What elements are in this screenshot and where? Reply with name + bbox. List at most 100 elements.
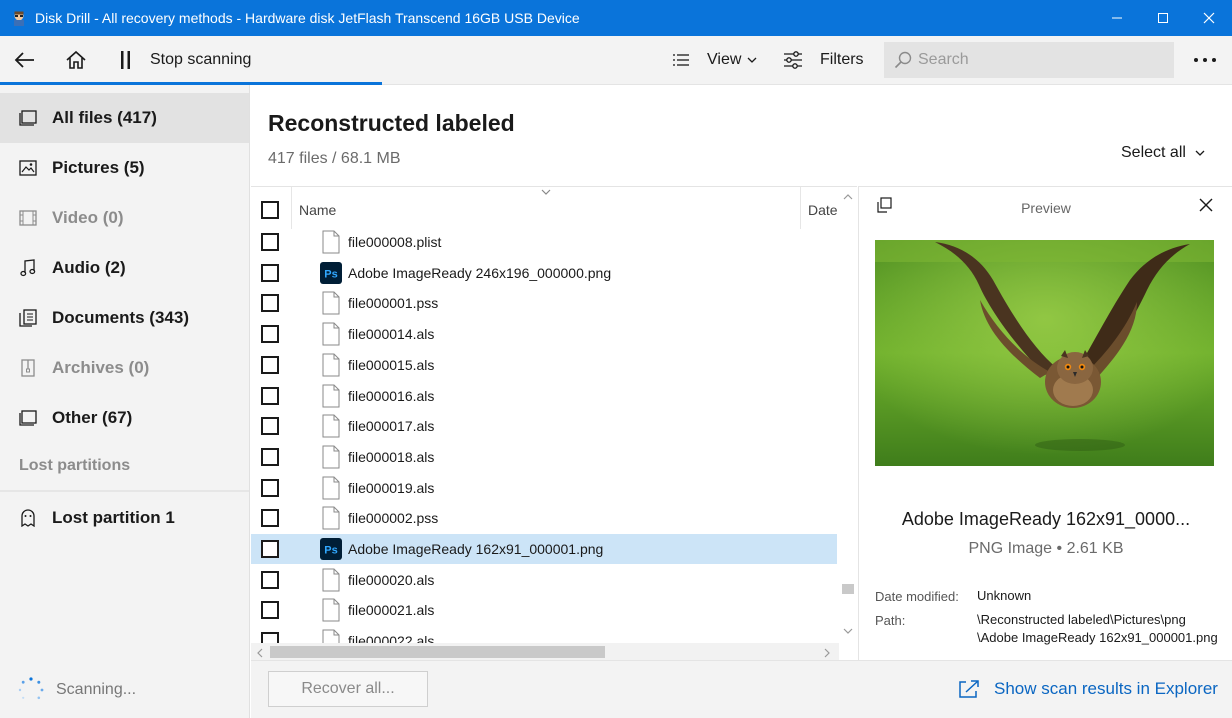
date-modified-value: Unknown (977, 588, 1032, 603)
table-row[interactable]: file000020.als (251, 565, 837, 595)
table-row[interactable]: file000021.als (251, 595, 837, 625)
row-checkbox[interactable] (261, 540, 279, 558)
horizontal-scrollbar[interactable] (251, 643, 839, 660)
back-button[interactable] (14, 36, 36, 84)
scroll-down-icon (843, 628, 853, 634)
photoshop-file-icon: Ps (320, 262, 342, 284)
name-column-header[interactable]: Name (299, 202, 336, 218)
file-name: file000001.pss (348, 295, 439, 311)
sidebar-item-label: Audio (2) (52, 258, 126, 277)
table-row[interactable]: file000019.als (251, 473, 837, 503)
date-modified-label: Date modified: (875, 589, 959, 604)
generic-file-icon (322, 506, 340, 530)
table-row[interactable]: file000016.als (251, 381, 837, 411)
generic-file-icon (322, 353, 340, 377)
table-row[interactable]: Ps Adobe ImageReady 246x196_000000.png (251, 258, 837, 288)
row-checkbox[interactable] (261, 356, 279, 374)
table-row[interactable]: file000015.als (251, 350, 837, 380)
chevron-down-icon (1195, 150, 1205, 156)
generic-file-icon (322, 291, 340, 315)
table-row[interactable]: file000014.als (251, 319, 837, 349)
table-row[interactable]: file000008.plist (251, 227, 837, 257)
vertical-scroll-thumb[interactable] (842, 584, 854, 594)
video-icon (19, 210, 37, 226)
table-row[interactable]: file000018.als (251, 442, 837, 472)
sidebar-item-pictures[interactable]: Pictures (5) (0, 143, 249, 193)
row-checkbox[interactable] (261, 601, 279, 619)
file-name: file000019.als (348, 480, 435, 496)
row-checkbox[interactable] (261, 509, 279, 527)
table-row[interactable]: file000001.pss (251, 288, 837, 318)
row-checkbox[interactable] (261, 417, 279, 435)
sidebar-item-other[interactable]: Other (67) (0, 393, 249, 443)
minimize-icon (1112, 17, 1122, 19)
stop-scanning-label: Stop scanning (150, 51, 252, 68)
scanning-status: Scanning... (16, 675, 136, 705)
row-checkbox[interactable] (261, 325, 279, 343)
sidebar-item-all-files[interactable]: All files (417) (0, 93, 249, 143)
sidebar-item-video[interactable]: Video (0) (0, 193, 249, 243)
home-icon (66, 50, 86, 69)
recover-all-button[interactable]: Recover all... (268, 671, 428, 707)
sidebar-item-audio[interactable]: Audio (2) (0, 243, 249, 293)
page-title: Reconstructed labeled (268, 110, 515, 136)
search-icon (894, 51, 912, 69)
row-checkbox[interactable] (261, 571, 279, 589)
home-button[interactable] (65, 36, 87, 84)
row-checkbox[interactable] (261, 264, 279, 282)
select-all-dropdown[interactable]: Select all (1121, 144, 1206, 162)
sidebar-item-lost-partition[interactable]: Lost partition 1 (0, 493, 249, 543)
generic-file-icon (322, 414, 340, 438)
date-column-header[interactable]: Date (808, 202, 838, 218)
horizontal-scroll-thumb[interactable] (270, 646, 605, 658)
close-window-button[interactable] (1186, 0, 1232, 36)
filters-button[interactable]: Filters (783, 36, 864, 84)
preview-panel: Preview Adobe ImageReady 162x91_0000... … (858, 186, 1232, 660)
vertical-scrollbar[interactable] (839, 187, 857, 647)
column-header: Name Date (251, 187, 857, 229)
ghost-partition-icon (21, 509, 35, 527)
file-name: file000020.als (348, 572, 435, 588)
row-checkbox[interactable] (261, 233, 279, 251)
file-name: Adobe ImageReady 162x91_000001.png (348, 541, 604, 557)
search-box (884, 42, 1174, 78)
row-checkbox[interactable] (261, 387, 279, 405)
all-files-icon (19, 110, 37, 126)
sidebar-item-archives[interactable]: Archives (0) (0, 343, 249, 393)
arrow-left-icon (14, 52, 34, 68)
table-row[interactable]: file000017.als (251, 411, 837, 441)
generic-file-icon (322, 445, 340, 469)
close-icon[interactable] (1199, 198, 1213, 212)
external-link-icon (959, 680, 979, 698)
sidebar-item-label: Video (0) (52, 208, 124, 227)
sidebar-item-documents[interactable]: Documents (343) (0, 293, 249, 343)
scanning-label: Scanning... (56, 681, 137, 698)
view-dropdown[interactable]: View (672, 36, 758, 84)
owl-photo-icon (875, 240, 1214, 466)
scroll-up-icon (843, 194, 853, 200)
search-input[interactable] (918, 51, 1158, 69)
more-options-button[interactable] (1193, 36, 1219, 84)
file-name: file000018.als (348, 449, 435, 465)
sort-descending-icon (541, 189, 551, 195)
file-name: file000021.als (348, 602, 435, 618)
generic-file-icon (322, 476, 340, 500)
show-in-explorer-label: Show scan results in Explorer (994, 679, 1218, 698)
sidebar-item-label: Other (67) (52, 408, 133, 427)
select-all-checkbox[interactable] (261, 201, 279, 219)
other-icon (19, 410, 37, 426)
minimize-button[interactable] (1094, 0, 1140, 36)
row-checkbox[interactable] (261, 479, 279, 497)
maximize-button[interactable] (1140, 0, 1186, 36)
sidebar-item-label: Documents (343) (52, 308, 189, 327)
sidebar: All files (417) Pictures (5) Video (0) A… (0, 85, 250, 718)
row-checkbox[interactable] (261, 448, 279, 466)
stop-scanning-button[interactable]: Stop scanning (119, 36, 251, 84)
chevron-down-icon (747, 57, 757, 63)
table-row[interactable]: file000002.pss (251, 503, 837, 533)
toolbar: Stop scanning View Filters (0, 36, 1232, 85)
preview-title: Preview (1021, 200, 1071, 216)
show-in-explorer-link[interactable]: Show scan results in Explorer (958, 679, 1218, 699)
row-checkbox[interactable] (261, 294, 279, 312)
table-row[interactable]: Ps Adobe ImageReady 162x91_000001.png (251, 534, 837, 564)
